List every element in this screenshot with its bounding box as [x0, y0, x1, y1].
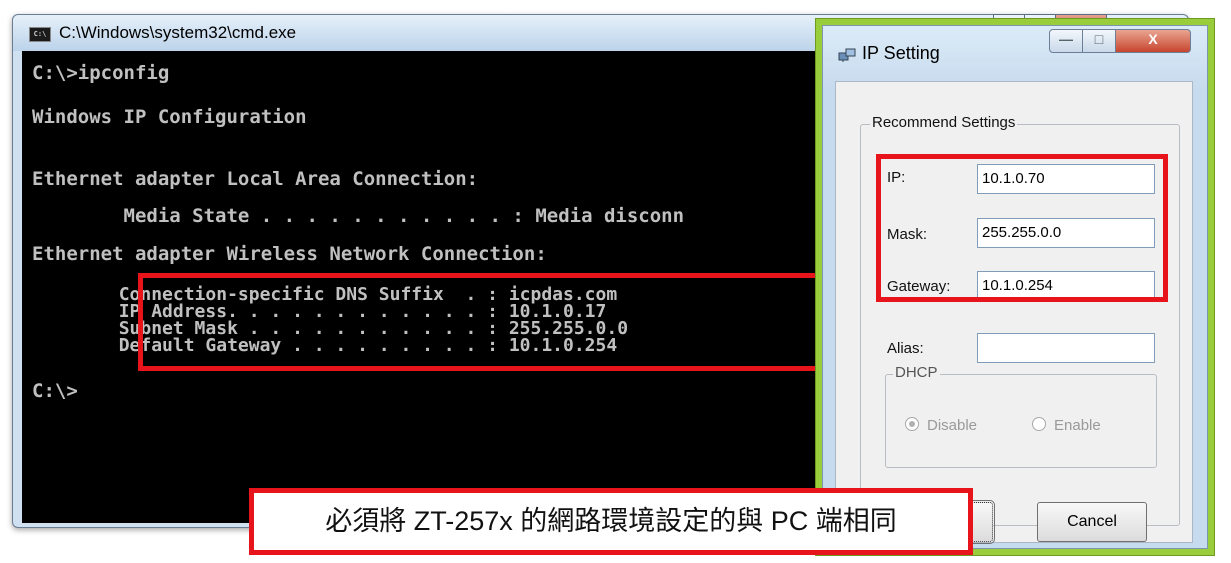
dialog-title: IP Setting	[862, 43, 940, 63]
console-highlight-box	[138, 273, 820, 371]
console-line-windows-ip-config: Windows IP Configuration	[32, 106, 307, 128]
network-icon	[838, 48, 856, 62]
dhcp-disable-radio[interactable]: Disable	[905, 417, 977, 434]
maximize-icon: □	[1094, 31, 1104, 47]
instruction-caption: 必須將 ZT-257x 的網路環境設定的與 PC 端相同	[249, 488, 973, 555]
dhcp-label: DHCP	[893, 364, 940, 381]
alias-input[interactable]	[977, 333, 1155, 363]
recommend-settings-label: Recommend Settings	[870, 114, 1018, 131]
cmd-window-title: C:\Windows\system32\cmd.exe	[59, 23, 297, 42]
console-line-prompt: C:\>ipconfig	[32, 62, 170, 84]
cmd-app-icon: C:\	[29, 27, 51, 42]
radio-selected-icon	[905, 417, 919, 431]
dhcp-disable-label: Disable	[927, 417, 978, 434]
minimize-icon: —	[1059, 31, 1073, 47]
dhcp-enable-radio[interactable]: Enable	[1032, 417, 1101, 434]
radio-empty-icon	[1032, 417, 1046, 431]
dialog-close-button[interactable]: X	[1115, 29, 1191, 53]
dialog-minimize-button[interactable]: —	[1049, 29, 1083, 53]
dialog-client-area: Recommend Settings IP: 10.1.0.70 Mask: 2…	[835, 81, 1193, 544]
console-line-ethernet-lac: Ethernet adapter Local Area Connection:	[32, 168, 479, 190]
console-line-prompt-2: C:\>	[32, 380, 78, 402]
ip-setting-dialog: IP Setting — □ X Recommend Settings IP: …	[815, 18, 1215, 556]
settings-highlight-box	[876, 154, 1168, 302]
close-icon: X	[1148, 31, 1158, 47]
console-line-ethernet-wnc: Ethernet adapter Wireless Network Connec…	[32, 243, 547, 265]
dhcp-enable-label: Enable	[1054, 417, 1101, 434]
cancel-button[interactable]: Cancel	[1037, 502, 1147, 542]
alias-label: Alias:	[887, 340, 924, 357]
console-line-media-state: Media State . . . . . . . . . . . : Medi…	[32, 205, 685, 227]
dialog-maximize-button[interactable]: □	[1082, 29, 1116, 53]
